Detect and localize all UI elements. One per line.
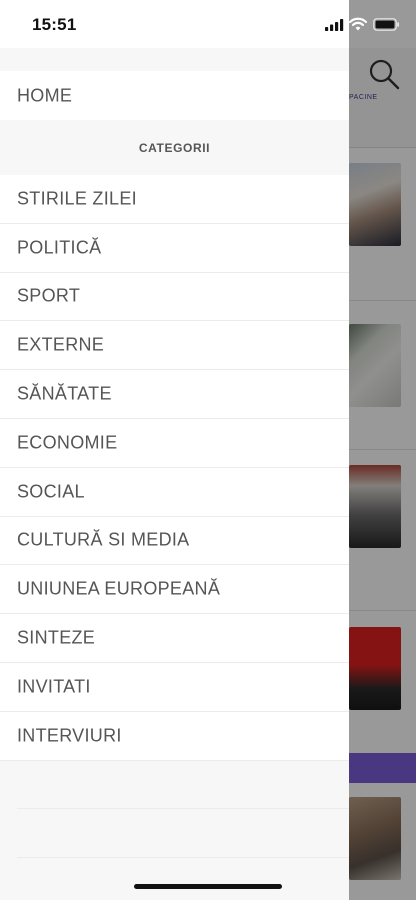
menu-item-interviuri[interactable]: INTERVIURI (0, 712, 349, 761)
status-time: 15:51 (32, 15, 77, 34)
menu-item-label: EXTERNE (17, 334, 105, 355)
menu-item-social[interactable]: SOCIAL (0, 468, 349, 517)
divider (17, 808, 349, 809)
menu-item-home[interactable]: HOME (0, 71, 349, 120)
menu-item-label: CULTURĂ SI MEDIA (17, 529, 190, 550)
menu-item-label: STIRILE ZILEI (17, 188, 137, 209)
menu-item-externe[interactable]: EXTERNE (0, 321, 349, 371)
category-list: STIRILE ZILEI POLITICĂ SPORT EXTERNE SĂN… (0, 175, 349, 761)
menu-item-sinteze[interactable]: SINTEZE (0, 614, 349, 663)
cellular-signal-icon (325, 19, 344, 31)
menu-item-label: HOME (17, 85, 73, 105)
navigation-drawer: HOME CATEGORII STIRILE ZILEI POLITICĂ SP… (0, 0, 349, 900)
menu-item-stirile-zilei[interactable]: STIRILE ZILEI (0, 175, 349, 224)
status-bar: 15:51 (0, 0, 416, 48)
section-title: CATEGORII (138, 141, 211, 155)
battery-icon (373, 18, 399, 31)
menu-item-cultura-si-media[interactable]: CULTURĂ SI MEDIA (0, 517, 349, 566)
menu-item-label: INTERVIURI (17, 725, 122, 746)
divider (17, 857, 349, 858)
menu-item-label: INVITATI (17, 676, 91, 697)
menu-item-politica[interactable]: POLITICĂ (0, 224, 349, 273)
menu-item-invitati[interactable]: INVITATI (0, 663, 349, 712)
menu-item-label: SPORT (17, 285, 81, 306)
menu-item-label: ECONOMIE (17, 432, 118, 453)
menu-item-label: SINTEZE (17, 627, 96, 648)
section-header-categorii: CATEGORII (0, 120, 349, 175)
menu-item-uniunea-europeana[interactable]: UNIUNEA EUROPEANĂ (0, 565, 349, 615)
menu-item-economie[interactable]: ECONOMIE (0, 419, 349, 468)
menu-item-label: POLITICĂ (17, 237, 102, 258)
menu-item-sport[interactable]: SPORT (0, 273, 349, 322)
menu-item-sanatate[interactable]: SĂNĂTATE (0, 370, 349, 419)
home-indicator[interactable] (134, 884, 282, 889)
wifi-icon (349, 17, 367, 31)
menu-item-label: SĂNĂTATE (17, 383, 112, 404)
menu-item-label: UNIUNEA EUROPEANĂ (17, 578, 221, 599)
menu-item-label: SOCIAL (17, 481, 85, 502)
